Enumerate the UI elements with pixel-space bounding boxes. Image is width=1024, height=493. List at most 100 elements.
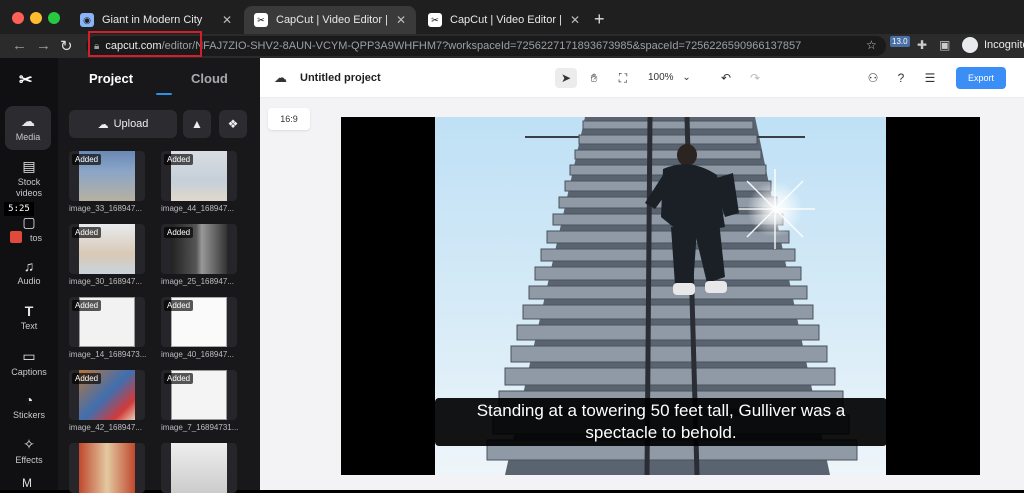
close-tab-icon[interactable]: ✕ <box>396 13 406 27</box>
redo-icon[interactable]: ↷ <box>744 68 766 88</box>
media-thumb-1[interactable]: Added <box>69 151 145 201</box>
browser-tab-giant[interactable]: ◉ Giant in Modern City ✕ <box>70 6 242 34</box>
media-thumb-4[interactable]: Added <box>161 224 237 274</box>
music-note-icon: ♫ <box>23 258 35 274</box>
media-thumb-10[interactable] <box>161 443 237 493</box>
video-preview[interactable]: Standing at a towering 50 feet tall, Gul… <box>341 117 980 475</box>
added-badge: Added <box>164 154 194 165</box>
nav-label: Stock videos <box>15 177 42 198</box>
nav-text[interactable]: T Text <box>0 303 58 331</box>
new-tab-icon[interactable]: + <box>594 9 605 30</box>
capcut-logo[interactable]: ✂ <box>19 70 32 90</box>
media-thumb-9[interactable] <box>69 443 145 493</box>
undo-icon[interactable]: ↶ <box>715 68 737 88</box>
project-title[interactable]: Untitled project <box>300 72 381 84</box>
cloud-save-icon[interactable]: ☁ <box>274 70 287 86</box>
url-highlight-box <box>88 31 202 57</box>
nav-label: Effects <box>15 455 43 465</box>
media-filename: image_44_168947... <box>161 204 234 213</box>
sticker-icon: ◔ <box>24 392 34 408</box>
more-icon[interactable]: M <box>22 476 32 490</box>
back-arrow-icon[interactable]: ← <box>12 37 27 54</box>
capcut-icon: ✂ <box>428 13 442 27</box>
extension-badge[interactable]: 13.0 <box>890 36 910 47</box>
sparkle-icon: ✧ <box>23 436 35 452</box>
tab-project[interactable]: Project <box>89 71 133 86</box>
editor-top-bar: ☁ Untitled project ➤ ✋︎ ⛶ 100% ⌄ ↶ ↷ ⚇ ?… <box>260 58 1024 98</box>
browser-tab-bar: ◉ Giant in Modern City ✕ ✂ CapCut | Vide… <box>0 0 1024 34</box>
media-thumb-2[interactable]: Added <box>161 151 237 201</box>
sidepanel-icon[interactable]: ▣ <box>939 38 950 52</box>
profile-label: Incognito <box>984 39 1024 51</box>
media-thumb-7[interactable]: Added <box>69 370 145 420</box>
left-navigation: ✂ ☁ Media ▤ Stock videos ▢ tos ♫ Audio T… <box>0 58 58 490</box>
tab-title: Giant in Modern City <box>102 14 203 26</box>
media-thumb-8[interactable]: Added <box>161 370 237 420</box>
help-icon[interactable]: ? <box>890 68 912 88</box>
nav-captions[interactable]: ▭ Captions <box>0 348 58 377</box>
captions-icon: ▭ <box>22 348 36 364</box>
hand-pan-icon[interactable]: ✋︎ <box>583 68 605 88</box>
aspect-ratio-button[interactable]: 16:9 <box>268 108 310 130</box>
upload-label: Upload <box>113 118 149 130</box>
media-panel: Project Cloud ☁ Upload ▲ ❖ Added image_3… <box>58 58 260 493</box>
caption-overlay[interactable]: Standing at a towering 50 feet tall, Gul… <box>435 398 887 446</box>
nav-label: Captions <box>11 367 47 377</box>
media-thumb-5[interactable]: Added <box>69 297 145 347</box>
recording-timer: 5:25 <box>4 202 34 216</box>
cloud-upload-icon: ☁ <box>97 118 109 131</box>
tower-image <box>79 443 135 493</box>
chevron-down-icon: ⌄ <box>682 72 691 83</box>
close-tab-icon[interactable]: ✕ <box>222 13 232 27</box>
tab-cloud[interactable]: Cloud <box>191 71 228 86</box>
collaborators-icon[interactable]: ⚇ <box>862 68 884 88</box>
nav-media[interactable]: ☁ Media <box>5 106 51 150</box>
url-field[interactable]: 🔒︎ capcut.com /editor/NFAJ7ZIO-SHV2-8AUN… <box>86 36 886 56</box>
nav-label: Stickers <box>12 410 45 420</box>
media-thumb-6[interactable]: Added <box>161 297 237 347</box>
extensions-puzzle-icon[interactable]: ✚ <box>917 38 927 52</box>
close-tab-icon[interactable]: ✕ <box>570 13 580 27</box>
added-badge: Added <box>164 227 194 238</box>
media-thumb-3[interactable]: Added <box>69 224 145 274</box>
caption-line-2: spectacle to behold. <box>585 423 737 442</box>
cloud-upload-icon: ☁ <box>21 113 35 129</box>
url-path: /editor/NFAJ7ZIO-SHV2-8AUN-VCYM-QPP3A9WH… <box>161 40 802 52</box>
active-tab-indicator <box>156 93 172 95</box>
nav-audio[interactable]: ♫ Audio <box>0 258 58 286</box>
reload-icon[interactable]: ↻ <box>60 37 73 55</box>
layers-icon[interactable]: ☰ <box>919 68 941 88</box>
media-filename: image_42_168947... <box>69 423 142 432</box>
maximize-window-button[interactable] <box>48 12 60 24</box>
added-badge: Added <box>164 373 194 384</box>
nav-label: Audio <box>17 276 41 286</box>
tab-title: CapCut | Video Editor | All-In-O <box>450 14 564 26</box>
profile-menu[interactable]: Incognito <box>962 37 1024 53</box>
minimize-window-button[interactable] <box>30 12 42 24</box>
nav-stock-videos[interactable]: ▤ Stock videos <box>0 158 58 199</box>
media-filename: image_7_16894731... <box>161 423 239 432</box>
browser-tab-capcut[interactable]: ✂ CapCut | Video Editor | All-In-O ✕ <box>418 6 590 34</box>
fit-screen-icon[interactable]: ⛶ <box>612 68 634 88</box>
close-window-button[interactable] <box>12 12 24 24</box>
google-drive-button[interactable]: ▲ <box>183 110 211 138</box>
export-button[interactable]: Export <box>956 67 1006 89</box>
capcut-icon: ✂ <box>254 13 268 27</box>
nav-effects[interactable]: ✧ Effects <box>0 436 58 465</box>
horse-statue-image <box>171 443 227 493</box>
dropbox-icon: ❖ <box>227 117 239 131</box>
media-filename: image_40_168947... <box>161 350 234 359</box>
forward-arrow-icon[interactable]: → <box>36 37 51 54</box>
nav-stickers[interactable]: ◔ Stickers <box>0 392 58 420</box>
caption-line-1: Standing at a towering 50 feet tall, Gul… <box>476 401 846 420</box>
film-icon: ▤ <box>22 158 36 174</box>
browser-tab-capcut-active[interactable]: ✂ CapCut | Video Editor | All-In-O ✕ <box>244 6 416 34</box>
nav-photos[interactable]: ▢ tos <box>0 214 58 243</box>
bookmark-star-icon[interactable]: ☆ <box>866 38 877 52</box>
select-pointer-icon[interactable]: ➤ <box>555 68 577 88</box>
stop-recording-button[interactable] <box>10 231 22 243</box>
dropbox-button[interactable]: ❖ <box>219 110 247 138</box>
google-drive-icon: ▲ <box>191 117 203 131</box>
zoom-level[interactable]: 100% ⌄ <box>648 72 691 83</box>
upload-button[interactable]: ☁ Upload <box>69 110 177 138</box>
